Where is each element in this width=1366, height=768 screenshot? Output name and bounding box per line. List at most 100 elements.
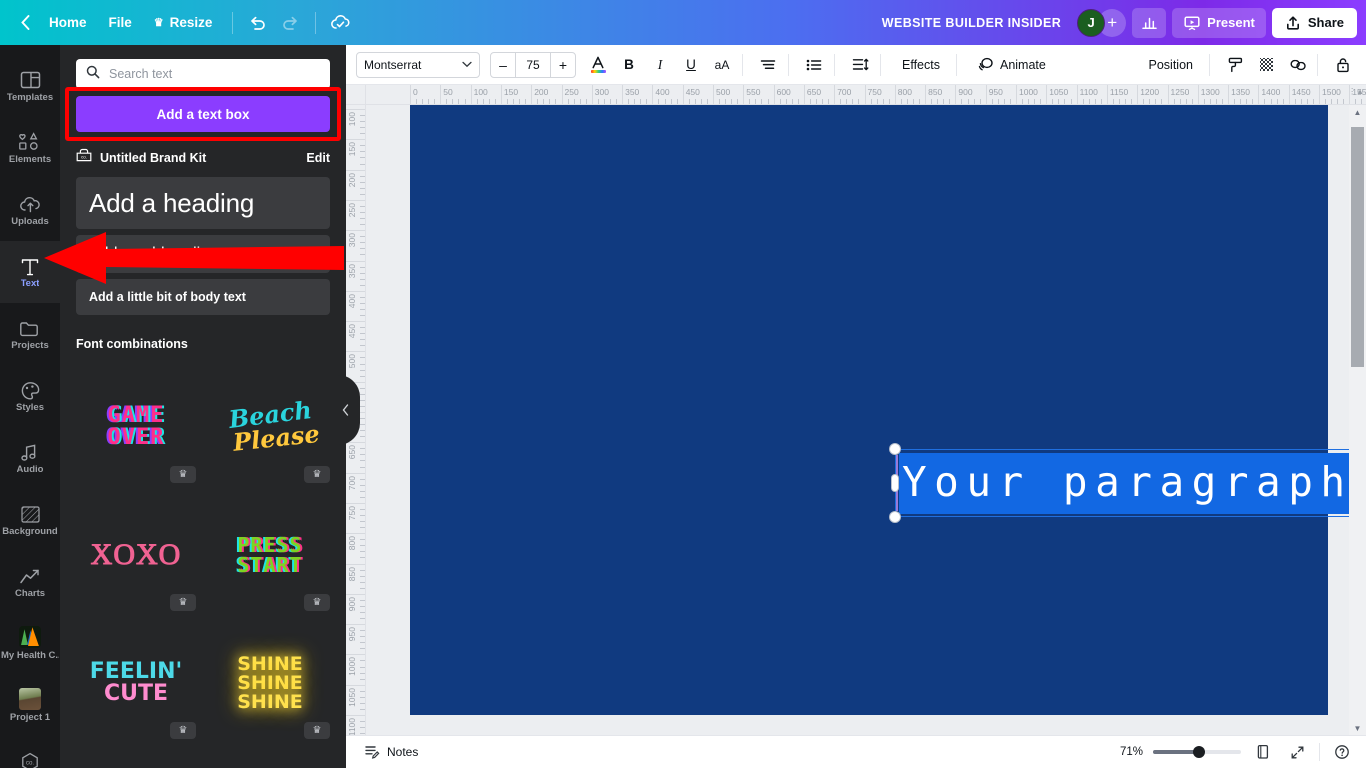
animate-button[interactable]: Animate	[969, 52, 1055, 78]
document-title[interactable]: WEBSITE BUILDER INSIDER	[872, 10, 1071, 36]
divider	[742, 54, 743, 76]
sidebar-item-text[interactable]: Text	[0, 241, 60, 303]
search-box[interactable]	[76, 59, 330, 89]
line-spacing-icon[interactable]	[847, 52, 873, 78]
sidebar-item-charts[interactable]: Charts	[0, 551, 60, 613]
undo-icon[interactable]	[242, 7, 274, 39]
toolbar-right-group: Position	[1135, 52, 1356, 78]
resize-label: Resize	[170, 15, 213, 30]
bold-button[interactable]: B	[616, 52, 642, 78]
text-align-icon[interactable]	[755, 52, 781, 78]
share-button[interactable]: Share	[1272, 8, 1357, 38]
scroll-up-arrow[interactable]: ▲	[1349, 105, 1366, 119]
search-input[interactable]	[109, 67, 320, 81]
canvas-vertical-scrollbar[interactable]: ▲ ▼	[1349, 105, 1366, 735]
sidebar-item-label: Project 1	[10, 713, 50, 723]
font-combo-card[interactable]: GAME OVER ♛	[76, 363, 196, 491]
design-page[interactable]: Your paragraph text	[410, 105, 1328, 715]
preset-add-heading[interactable]: Add a heading	[76, 177, 330, 229]
font-size-increase[interactable]: +	[551, 52, 575, 78]
add-text-box-button[interactable]: Add a text box	[76, 96, 330, 132]
present-button[interactable]: Present	[1172, 8, 1266, 38]
preset-add-body-text[interactable]: Add a little bit of body text	[76, 279, 330, 315]
horizontal-ruler[interactable]: ⋮▲ 0501001502002503003504004505005506006…	[366, 85, 1366, 105]
divider	[1209, 54, 1210, 76]
page-view-icon[interactable]	[1251, 740, 1275, 764]
animate-icon	[978, 57, 994, 72]
sidebar-item-templates[interactable]: Templates	[0, 55, 60, 117]
resize-handle-top-left[interactable]	[890, 444, 900, 454]
lock-icon[interactable]	[1330, 52, 1356, 78]
expand-icon[interactable]	[1285, 740, 1309, 764]
combo-line: CUTE	[90, 683, 182, 705]
search-icon	[86, 65, 100, 84]
text-color-A-icon[interactable]	[585, 52, 611, 78]
back-icon[interactable]	[12, 7, 38, 39]
elements-icon	[18, 130, 42, 152]
divider	[834, 54, 835, 76]
panel-collapse-handle[interactable]	[338, 375, 360, 445]
divider	[880, 54, 881, 76]
scroll-down-arrow[interactable]: ▼	[1349, 721, 1366, 735]
paint-roller-icon[interactable]	[1222, 52, 1248, 78]
copy-icon[interactable]	[1284, 52, 1310, 78]
brand-kit-edit-button[interactable]: Edit	[306, 151, 330, 165]
cloud-saved-icon[interactable]	[325, 7, 357, 39]
sidebar-item-logos[interactable]: co. Logos	[0, 737, 60, 768]
sidebar-item-uploads[interactable]: Uploads	[0, 179, 60, 241]
zoom-slider-knob[interactable]	[1193, 746, 1205, 758]
project-thumbnail	[19, 688, 41, 710]
avatar[interactable]: J	[1077, 9, 1105, 37]
sidebar-item-projects[interactable]: Projects	[0, 303, 60, 365]
home-label: Home	[49, 15, 87, 30]
selected-text-element[interactable]: Your paragraph text	[895, 449, 1366, 517]
sidebar-item-audio[interactable]: Audio	[0, 427, 60, 489]
home-button[interactable]: Home	[38, 8, 98, 37]
font-size-stepper: – 75 +	[490, 52, 576, 78]
divider	[1317, 54, 1318, 76]
brand-kit-header: co. Untitled Brand Kit Edit	[60, 132, 346, 167]
resize-handle-left-middle[interactable]	[892, 475, 898, 491]
font-combo-card[interactable]: FEELIN' CUTE ♛	[76, 619, 196, 747]
italic-button[interactable]: I	[647, 52, 673, 78]
case-label: aA	[715, 58, 730, 72]
sidebar-item-my-health-c[interactable]: My Health C...	[0, 613, 60, 675]
resize-button[interactable]: ♛ Resize	[143, 8, 224, 37]
font-combo-card[interactable]: XOXO ♛	[76, 491, 196, 619]
zoom-slider[interactable]	[1153, 750, 1241, 754]
font-size-decrease[interactable]: –	[491, 52, 515, 78]
position-button[interactable]: Position	[1140, 52, 1202, 78]
preset-add-subheading[interactable]: Add a subheading	[76, 235, 330, 273]
vertical-scroll-thumb[interactable]	[1351, 127, 1364, 367]
sidebar-item-project-1[interactable]: Project 1	[0, 675, 60, 737]
sidebar-item-styles[interactable]: Styles	[0, 365, 60, 427]
templates-icon	[20, 68, 41, 90]
combo-line: SHINE	[237, 674, 303, 693]
resize-handle-bottom-left[interactable]	[890, 512, 900, 522]
font-family-value: Montserrat	[364, 58, 462, 72]
font-combo-art: XOXO	[91, 540, 182, 571]
canvas-scroll-area[interactable]: Your paragraph text	[366, 105, 1366, 735]
font-family-select[interactable]: Montserrat	[356, 52, 480, 78]
underline-button[interactable]: U	[678, 52, 704, 78]
file-menu-button[interactable]: File	[98, 8, 143, 37]
redo-icon[interactable]	[274, 7, 306, 39]
crown-icon: ♛	[170, 594, 196, 611]
insights-button[interactable]	[1132, 8, 1166, 38]
font-size-input[interactable]: 75	[515, 52, 551, 78]
divider	[315, 12, 316, 34]
bullet-list-icon[interactable]	[801, 52, 827, 78]
effects-button[interactable]: Effects	[893, 52, 949, 78]
help-question-icon[interactable]	[1330, 740, 1354, 764]
font-combo-art: Beach Please	[227, 403, 314, 452]
sidebar-item-background[interactable]: Background	[0, 489, 60, 551]
sidebar-item-elements[interactable]: Elements	[0, 117, 60, 179]
notes-button[interactable]: Notes	[358, 740, 424, 764]
combo-line: SHINE	[237, 655, 303, 674]
font-combo-card[interactable]: PRESS START ♛	[210, 491, 330, 619]
transparency-icon[interactable]	[1253, 52, 1279, 78]
palette-icon	[20, 378, 41, 400]
font-combo-card[interactable]: SHINE SHINE SHINE ♛	[210, 619, 330, 747]
text-case-icon[interactable]: aA	[709, 52, 735, 78]
font-combo-card[interactable]: Beach Please ♛	[210, 363, 330, 491]
